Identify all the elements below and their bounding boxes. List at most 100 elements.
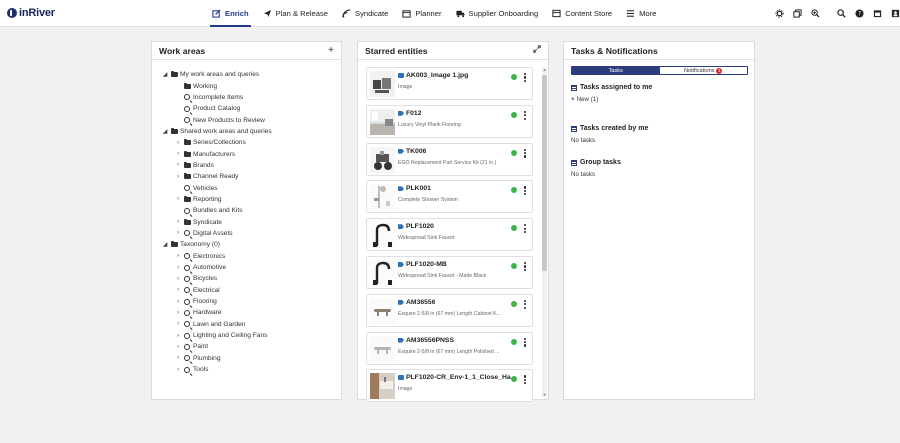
chevron-right-icon[interactable]: › [174,367,182,373]
more-options-icon[interactable] [524,299,527,309]
tree-item[interactable]: › Automotive [161,262,272,273]
chevron-right-icon[interactable]: › [174,287,182,293]
tab-notifications[interactable]: Notifications 1 [659,67,747,74]
chevron-right-icon[interactable]: › [174,344,182,350]
tree-item[interactable]: Vehicles [161,182,272,193]
caret-down-icon[interactable]: ◢ [161,241,169,248]
tree-item[interactable]: ◢ My work areas and queries [161,69,272,80]
scroll-thumb[interactable] [542,75,547,271]
entity-subtitle: Luxury Vinyl Plank Flooring [398,121,461,128]
tree-item-label: Manufacturers [193,150,236,158]
nav-item-planner[interactable]: Planner [395,0,448,27]
starred-entity-card[interactable]: PLF1020 Widespread Sink Faucet [366,218,533,252]
starred-entity-card[interactable]: TK006 EGO Replacement Part Service Kit (2… [366,142,533,176]
chevron-right-icon[interactable]: › [174,265,182,271]
more-options-icon[interactable] [524,110,527,120]
starred-entity-card[interactable]: AM36556PNSS Esquire 2-5/8 in (67 mm) Leng… [366,331,533,365]
nav-item-supplier-onboarding[interactable]: Supplier Onboarding [449,0,546,27]
starred-entities-panel: Starred entities AK003_Image 1.jpg Image F… [357,41,549,403]
expand-icon[interactable] [533,45,541,56]
tree-item[interactable]: New Products to Review [161,114,272,125]
folder-icon [169,127,179,134]
starred-entity-card[interactable]: PLF1020-MB Widespread Sink Faucet - Matte… [366,255,533,289]
zoom-in-icon[interactable] [810,9,820,19]
caret-down-icon[interactable]: ◢ [161,128,169,135]
copy-icon[interactable] [792,9,802,19]
app-logo[interactable]: inRiver [7,7,55,19]
more-options-icon[interactable] [524,337,527,347]
tree-item[interactable]: › Series/Collections [161,137,272,148]
chevron-right-icon[interactable]: › [174,174,182,180]
tree-item[interactable]: › Tools [161,364,272,375]
tab-tasks[interactable]: Tasks [572,67,660,74]
more-options-icon[interactable] [524,375,527,385]
tree-item[interactable]: › Reporting [161,194,272,205]
tree-item[interactable]: ◢ Taxonomy (0) [161,239,272,250]
starred-entity-card[interactable]: AM36556 Esquire 2-5/8 in (67 mm) Length C… [366,293,533,327]
more-options-icon[interactable] [524,224,527,234]
starred-entities-title: Starred entities [365,46,428,56]
nav-item-more[interactable]: More [619,0,663,27]
starred-scrollbar[interactable]: ▲ ▼ [542,67,547,397]
tree-item[interactable]: Bundles and Kits [161,205,272,216]
assigned-new-link[interactable]: + New (1) [571,96,652,103]
tree-item[interactable]: ◢ Shared work areas and queries [161,126,272,137]
tree-item[interactable]: › Flooring [161,296,272,307]
more-options-icon[interactable] [524,73,527,82]
caret-down-icon[interactable]: ◢ [161,71,169,78]
tree-item[interactable]: › Lawn and Garden [161,319,272,330]
chevron-right-icon[interactable]: › [174,310,182,316]
tree-item[interactable]: Product Catalog [161,103,272,114]
more-options-icon[interactable] [524,148,527,158]
tree-item[interactable]: › Electronics [161,251,272,262]
nav-item-syndicate[interactable]: Syndicate [335,0,395,27]
tree-item[interactable]: › Bicycles [161,273,272,284]
chevron-right-icon[interactable]: › [174,355,182,361]
tree-item[interactable]: › Brands [161,160,272,171]
tree-item[interactable]: › Syndicate [161,216,272,227]
chevron-right-icon[interactable]: › [174,219,182,225]
tree-item[interactable]: Incomplete Items [161,92,272,103]
tree-item[interactable]: › Plumbing [161,353,272,364]
chevron-right-icon[interactable]: › [174,299,182,305]
starred-entity-card[interactable]: PLF1020-CR_Env-1_1_Close_Ha... Image [366,369,533,403]
nav-item-enrich[interactable]: Enrich [205,0,256,27]
tree-item[interactable]: › Digital Assets [161,228,272,239]
starred-entity-card[interactable]: F012 Luxury Vinyl Plank Flooring [366,104,533,138]
tree-item-label: Bundles and Kits [193,207,243,215]
query-icon [182,207,192,214]
user-icon[interactable] [890,9,900,19]
chevron-right-icon[interactable]: › [174,230,182,236]
help-icon[interactable]: ? [854,9,864,19]
calendar-icon[interactable] [872,9,882,19]
tree-item[interactable]: › Paint [161,341,272,352]
tree-item[interactable]: Working [161,80,272,91]
chevron-right-icon[interactable]: › [174,140,182,146]
entity-title: PLF1020-MB [406,260,447,268]
nav-item-content-store[interactable]: Content Store [545,0,619,27]
tree-item[interactable]: › Electrical [161,285,272,296]
chevron-right-icon[interactable]: › [174,321,182,327]
chevron-right-icon[interactable]: › [174,162,182,168]
tree-item[interactable]: › Channel Ready [161,171,272,182]
more-options-icon[interactable] [524,186,527,196]
nav-item-plan-release[interactable]: Plan & Release [256,0,335,27]
chevron-right-icon[interactable]: › [174,333,182,339]
add-work-area-button[interactable]: + [328,45,334,56]
search-icon[interactable] [836,9,846,19]
scroll-up-icon[interactable]: ▲ [542,67,547,72]
chevron-right-icon[interactable]: › [174,151,182,157]
chevron-right-icon[interactable]: › [174,253,182,259]
starred-entity-card[interactable]: AK003_Image 1.jpg Image [366,67,533,100]
tree-item[interactable]: › Manufacturers [161,148,272,159]
scroll-down-icon[interactable]: ▼ [542,392,547,397]
chevron-right-icon[interactable]: › [174,276,182,282]
tree-item[interactable]: › Lighting and Ceiling Fans [161,330,272,341]
more-options-icon[interactable] [524,261,527,271]
settings-icon[interactable] [774,9,784,19]
tree-item[interactable]: › Hardware [161,307,272,318]
entity-thumbnail [370,259,395,286]
chevron-right-icon[interactable]: › [174,196,182,202]
starred-entity-card[interactable]: PLK001 Complete Shower System [366,180,533,214]
tree-item-label: Incomplete Items [193,93,244,101]
